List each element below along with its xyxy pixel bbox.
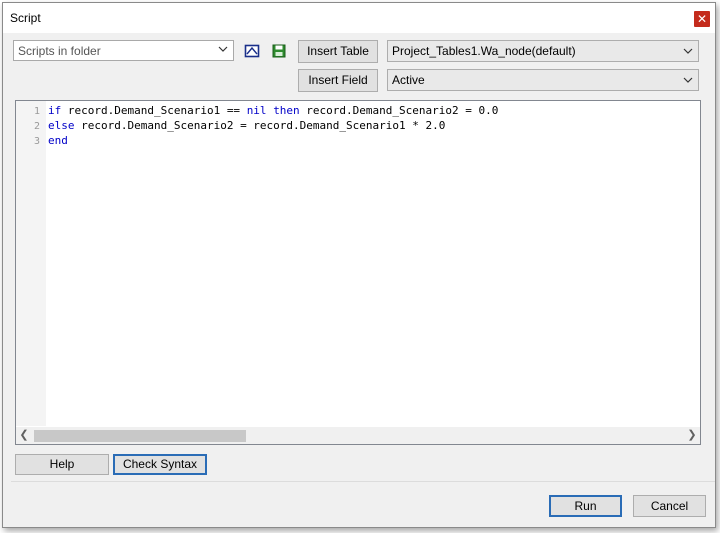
help-label: Help — [49, 457, 75, 471]
insert-table-label: Insert Table — [307, 44, 369, 58]
code-text: record.Demand_Scenario2 = 0.0 — [299, 104, 499, 117]
code-line: if record.Demand_Scenario1 == nil then r… — [48, 104, 498, 117]
scrollbar-thumb[interactable] — [34, 430, 246, 442]
insert-table-button[interactable]: Insert Table — [298, 40, 378, 63]
horizontal-scrollbar[interactable]: ❮ ❯ — [16, 427, 700, 444]
title-bar: Script ✕ — [3, 3, 715, 33]
scripts-dropdown-value: Scripts in folder — [18, 44, 101, 58]
window-title: Script — [10, 11, 41, 25]
keyword: if — [48, 104, 62, 117]
help-button[interactable]: Help — [15, 454, 109, 475]
chevron-down-icon — [683, 77, 693, 83]
code-line: else record.Demand_Scenario2 = record.De… — [48, 119, 445, 132]
run-button[interactable]: Run — [549, 495, 622, 517]
keyword: else — [48, 119, 75, 132]
check-syntax-button[interactable]: Check Syntax — [113, 454, 207, 475]
code-line: end — [48, 134, 68, 147]
chevron-down-icon — [218, 46, 228, 52]
field-dropdown[interactable]: Active — [387, 69, 699, 91]
keyword: end — [48, 134, 68, 147]
line-number: 2 — [33, 121, 40, 132]
scroll-left-icon[interactable]: ❮ — [17, 428, 31, 442]
code-text: record.Demand_Scenario1 == — [61, 104, 247, 117]
check-syntax-label: Check Syntax — [122, 457, 198, 471]
save-icon[interactable] — [271, 43, 287, 59]
line-number: 3 — [33, 136, 40, 147]
table-dropdown[interactable]: Project_Tables1.Wa_node(default) — [387, 40, 699, 62]
field-dropdown-value: Active — [392, 73, 425, 87]
keyword: nil — [246, 104, 267, 117]
close-button[interactable]: ✕ — [694, 11, 710, 27]
divider — [11, 481, 715, 482]
close-icon: ✕ — [696, 12, 708, 26]
script-dialog: Script ✕ Scripts in folder Insert Table … — [2, 2, 716, 528]
open-script-icon[interactable] — [244, 43, 260, 59]
chevron-down-icon — [683, 48, 693, 54]
scroll-right-icon[interactable]: ❯ — [685, 428, 699, 442]
scripts-dropdown[interactable]: Scripts in folder — [13, 40, 234, 61]
run-label: Run — [574, 499, 597, 513]
line-number-gutter — [16, 101, 46, 426]
table-dropdown-value: Project_Tables1.Wa_node(default) — [392, 44, 576, 58]
insert-field-button[interactable]: Insert Field — [298, 69, 378, 92]
cancel-button[interactable]: Cancel — [633, 495, 706, 517]
line-number: 1 — [33, 106, 40, 117]
script-editor[interactable]: 1 if record.Demand_Scenario1 == nil then… — [15, 100, 701, 445]
insert-field-label: Insert Field — [308, 73, 368, 87]
cancel-label: Cancel — [650, 499, 689, 513]
keyword: then — [273, 104, 300, 117]
code-text: record.Demand_Scenario2 = record.Demand_… — [74, 119, 446, 132]
